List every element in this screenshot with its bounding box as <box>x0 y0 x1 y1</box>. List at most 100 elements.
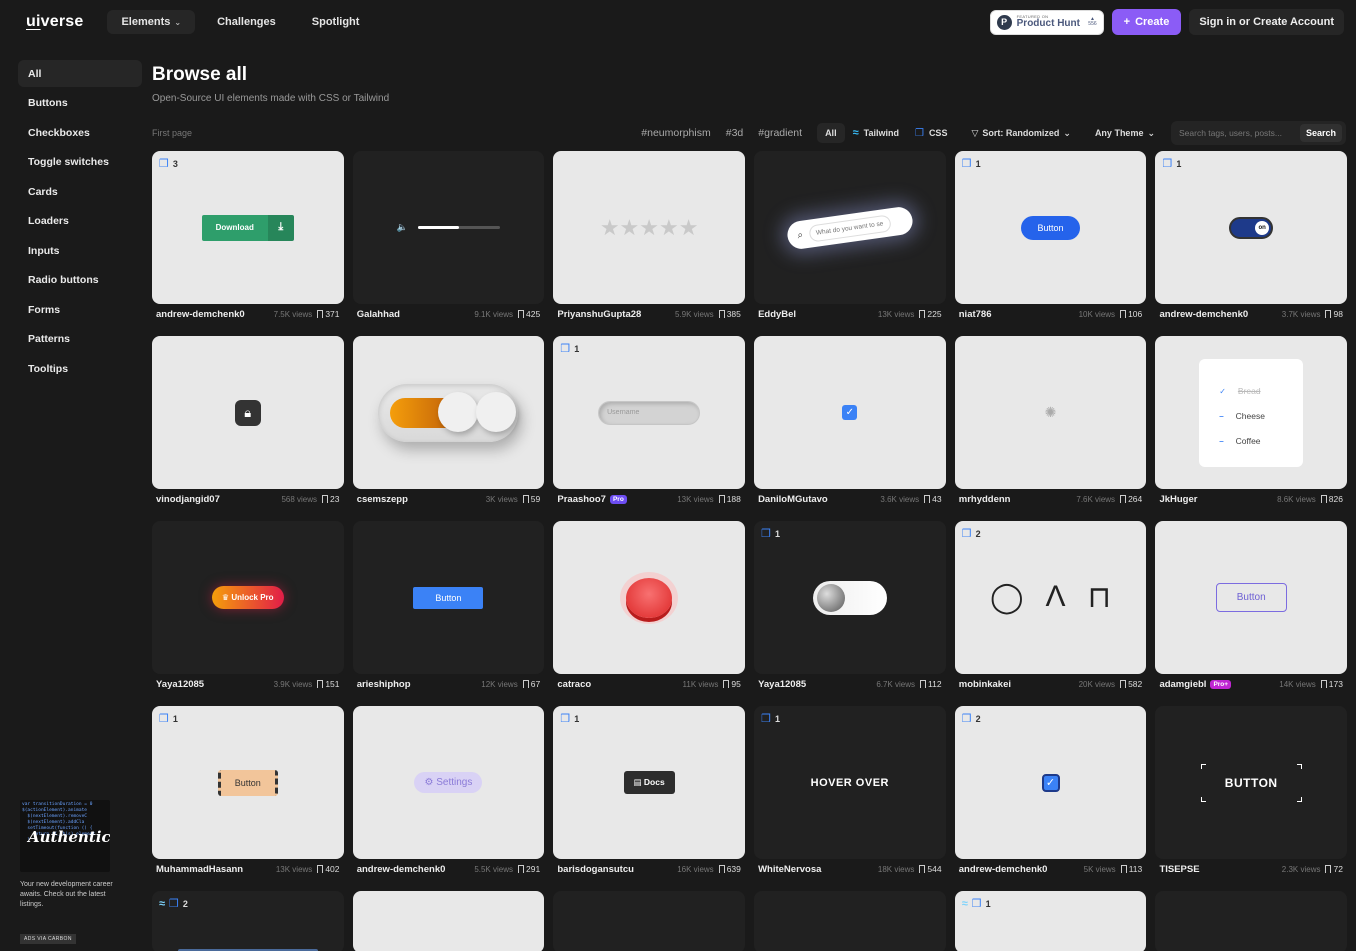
element-card[interactable]: ⚙ Settings andrew-demchenk0 5.5K views 29… <box>352 706 545 879</box>
element-preview[interactable] <box>1155 891 1347 951</box>
author-link[interactable]: mobinkakei <box>959 679 1011 690</box>
element-preview[interactable] <box>352 336 545 489</box>
element-preview[interactable]: ≈ ❒ 1 <box>954 891 1147 951</box>
save-button[interactable]: 371 <box>317 309 340 319</box>
uiverse-logo[interactable]: uiverse <box>26 13 83 31</box>
element-card[interactable]: ❒ 1 on andrew-demchenk0 3.7K views 98 <box>1155 151 1347 324</box>
save-button[interactable]: 402 <box>317 864 340 874</box>
element-card[interactable]: ≈ ❒ 2 <box>152 891 344 951</box>
element-preview[interactable]: ❒ 1 on <box>1155 151 1347 304</box>
author-link[interactable]: PriyanshuGupta28 <box>557 309 641 320</box>
author-link[interactable]: MuhammadHasann <box>156 864 243 875</box>
author-link[interactable]: andrew-demchenk0 <box>959 864 1048 875</box>
sort-dropdown[interactable]: ▽ Sort: Randomized ⌄ <box>963 123 1078 144</box>
ads-via-carbon-link[interactable]: ADS VIA CARBON <box>20 934 76 944</box>
author-link[interactable]: arieshiphop <box>357 679 411 690</box>
save-button[interactable]: 23 <box>322 494 340 504</box>
element-preview[interactable]: ✓ <box>754 336 946 489</box>
author-link[interactable]: Yaya12085 <box>758 679 806 690</box>
element-preview[interactable]: ❒ 1 ▤ Docs <box>553 706 745 859</box>
save-button[interactable]: 98 <box>1325 309 1343 319</box>
save-button[interactable]: 385 <box>718 309 741 319</box>
element-preview[interactable] <box>352 891 545 951</box>
save-button[interactable]: 67 <box>522 679 540 689</box>
element-preview[interactable]: ❒ 1 Button <box>954 151 1147 304</box>
product-hunt-badge[interactable]: P FEATURED ON Product Hunt ▲ 556 <box>989 9 1104 35</box>
save-button[interactable]: 544 <box>919 864 942 874</box>
author-link[interactable]: andrew-demchenk0 <box>1159 309 1248 320</box>
save-button[interactable]: 188 <box>718 494 741 504</box>
save-button[interactable]: 291 <box>518 864 540 874</box>
element-preview[interactable]: ♛ Unlock Pro <box>152 521 344 674</box>
element-card[interactable]: ❒ 1 Button MuhammadHasann 13K views 402 <box>152 706 344 879</box>
sidebar-item-checkboxes[interactable]: Checkboxes <box>18 119 142 146</box>
element-preview[interactable]: ❒ 2 ◯ Λ ⊓ <box>954 521 1147 674</box>
element-card[interactable]: 🔒︎ vinodjangid07 568 views 23 <box>152 336 344 509</box>
author-link[interactable]: catraco <box>557 679 591 690</box>
element-card[interactable]: ❒ 3 Download ⤓ andrew-demchenk0 7.5K views… <box>152 151 344 324</box>
save-button[interactable]: 72 <box>1325 864 1343 874</box>
element-card[interactable] <box>1155 891 1347 951</box>
element-card[interactable] <box>352 891 545 951</box>
author-link[interactable]: WhiteNervosa <box>758 864 821 875</box>
element-preview[interactable]: 🔒︎ <box>152 336 344 489</box>
element-preview[interactable] <box>553 521 745 674</box>
author-link[interactable]: mrhyddenn <box>959 494 1011 505</box>
save-button[interactable]: 106 <box>1120 309 1142 319</box>
save-button[interactable]: 264 <box>1120 494 1142 504</box>
sign-in-button[interactable]: Sign in or Create Account <box>1189 9 1344 35</box>
save-button[interactable]: 826 <box>1320 494 1343 504</box>
element-preview[interactable] <box>553 891 745 951</box>
element-preview[interactable]: ≈ ❒ 2 <box>152 891 344 951</box>
element-preview[interactable]: ⌕ What do you want to se <box>754 151 946 304</box>
author-link[interactable]: niat786 <box>959 309 992 320</box>
element-preview[interactable]: BUTTON <box>1155 706 1347 859</box>
save-button[interactable]: 43 <box>924 494 942 504</box>
save-button[interactable]: 112 <box>920 679 942 689</box>
tag-3d[interactable]: #3d <box>726 127 744 139</box>
element-card[interactable]: ❒ 1 Button niat786 10K views 106 <box>954 151 1147 324</box>
element-preview[interactable]: Button <box>1155 521 1347 674</box>
author-link[interactable]: csemszepp <box>357 494 408 505</box>
sidebar-item-tooltips[interactable]: Tooltips <box>18 355 142 382</box>
element-card[interactable]: ✓ DaniloMGutavo 3.6K views 43 <box>754 336 946 509</box>
author-link[interactable]: adamgiebl <box>1159 679 1206 690</box>
element-preview[interactable] <box>754 891 946 951</box>
save-button[interactable]: 582 <box>1120 679 1142 689</box>
filter-css[interactable]: ❒ CSS <box>907 123 955 144</box>
author-link[interactable]: vinodjangid07 <box>156 494 220 505</box>
element-card[interactable]: ✺ mrhyddenn 7.6K views 264 <box>954 336 1147 509</box>
author-link[interactable]: andrew-demchenk0 <box>156 309 245 320</box>
tag-gradient[interactable]: #gradient <box>758 127 802 139</box>
element-preview[interactable]: ❒ 1 Button <box>152 706 344 859</box>
create-button[interactable]: + Create <box>1111 9 1182 35</box>
element-card[interactable]: ❒ 2 ✓ andrew-demchenk0 5K views 113 <box>954 706 1147 879</box>
element-card[interactable]: Button adamgiebl Pro+ 14K views 173 <box>1155 521 1347 694</box>
element-preview[interactable]: ✓ Bread – Cheese – Coffee <box>1155 336 1347 489</box>
element-preview[interactable]: ✺ <box>954 336 1147 489</box>
save-button[interactable]: 639 <box>718 864 741 874</box>
sidebar-item-cards[interactable]: Cards <box>18 178 142 205</box>
element-preview[interactable]: Button <box>352 521 545 674</box>
element-card[interactable]: ❒ 2 ◯ Λ ⊓ mobinkakei 20K views 582 <box>954 521 1147 694</box>
element-card[interactable]: 🔈 Galahhad 9.1K views 425 <box>352 151 545 324</box>
element-card[interactable]: csemszepp 3K views 59 <box>352 336 545 509</box>
element-card[interactable]: ≈ ❒ 1 <box>954 891 1147 951</box>
element-preview[interactable]: ❒ 3 Download ⤓ <box>152 151 344 304</box>
element-card[interactable]: BUTTON TISEPSE 2.3K views 72 <box>1155 706 1347 879</box>
element-card[interactable]: Button arieshiphop 12K views 67 <box>352 521 545 694</box>
save-button[interactable]: 151 <box>317 679 340 689</box>
element-card[interactable]: ❒ 1 ▤ Docs barisdogansutcu 16K views 639 <box>553 706 745 879</box>
element-card[interactable]: ♛ Unlock Pro Yaya12085 3.9K views 151 <box>152 521 344 694</box>
tag-neumorphism[interactable]: #neumorphism <box>641 127 710 139</box>
author-link[interactable]: JkHuger <box>1159 494 1197 505</box>
save-button[interactable]: 173 <box>1320 679 1343 689</box>
author-link[interactable]: Praashoo7 <box>557 494 606 505</box>
sidebar-item-all[interactable]: All <box>18 60 142 87</box>
sidebar-item-inputs[interactable]: Inputs <box>18 237 142 264</box>
element-card[interactable]: catraco 11K views 95 <box>553 521 745 694</box>
sidebar-item-loaders[interactable]: Loaders <box>18 208 142 235</box>
element-card[interactable]: ❒ 1 Username Praashoo7 Pro 13K views 188 <box>553 336 745 509</box>
author-link[interactable]: barisdogansutcu <box>557 864 634 875</box>
element-card[interactable]: ★★★★★ PriyanshuGupta28 5.9K views 385 <box>553 151 745 324</box>
